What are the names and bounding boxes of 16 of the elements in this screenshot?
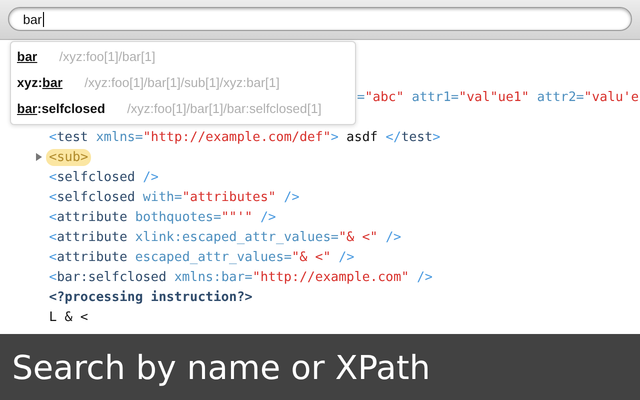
xml-line[interactable]: <bar:selfclosed xmlns:bar="http://example.com" /> [46, 268, 436, 286]
xml-line[interactable]: <attribute bothquotes=""'" /> [46, 208, 279, 226]
expand-triangle-icon[interactable] [35, 153, 43, 161]
xml-line[interactable]: <attribute xlink:escaped_attr_values="& <" /> [46, 228, 404, 246]
xml-line[interactable]: <test xmlns="http://example.com/def"> asdf </test> [46, 128, 444, 146]
suggestion-item[interactable]: bar:selfclosed /xyz:foo[1]/bar[1]/bar:selfclosed[1] [11, 96, 355, 122]
xml-line[interactable]: L & < [46, 308, 92, 326]
xml-line[interactable]: <selfclosed with="attributes" /> [46, 188, 302, 206]
suggestion-item[interactable]: bar /xyz:foo[1]/bar[1] [11, 44, 355, 70]
xml-line[interactable]: <selfclosed /> [46, 168, 162, 186]
search-field[interactable]: bar [8, 7, 632, 31]
caption-text: Search by name or XPath [12, 348, 430, 386]
xml-line[interactable]: <attribute escaped_attr_values="& <" /> [46, 248, 358, 266]
xml-line[interactable]: ="abc" attr1="val"ue1" attr2="valu'e [354, 88, 640, 106]
suggestion-item[interactable]: xyz:bar /xyz:foo[1]/bar[1]/sub[1]/xyz:bar[1] [11, 70, 355, 96]
xml-line[interactable]: <?processing instruction?> [46, 288, 256, 306]
